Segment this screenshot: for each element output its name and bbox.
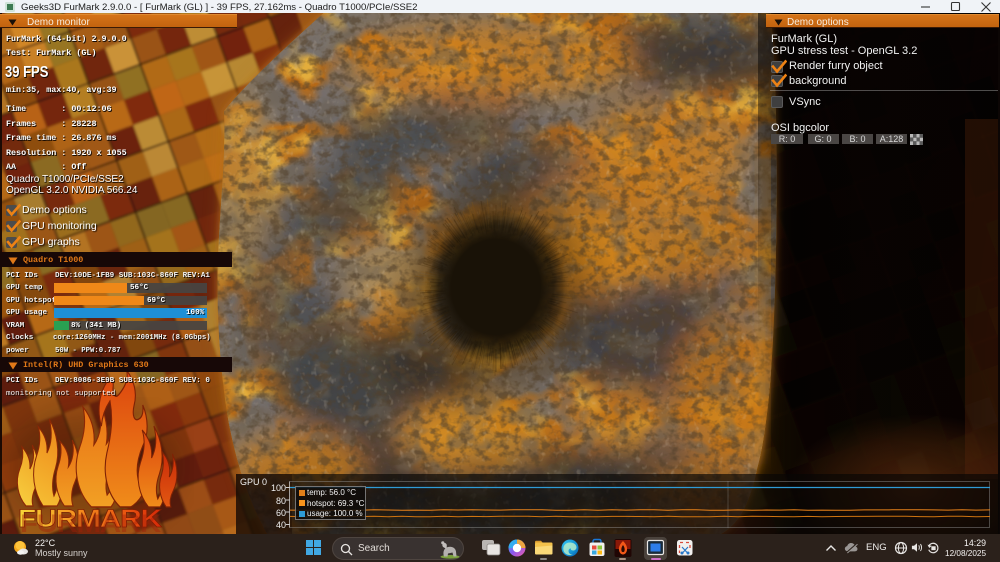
svg-text:FURMARK: FURMARK — [20, 510, 161, 534]
